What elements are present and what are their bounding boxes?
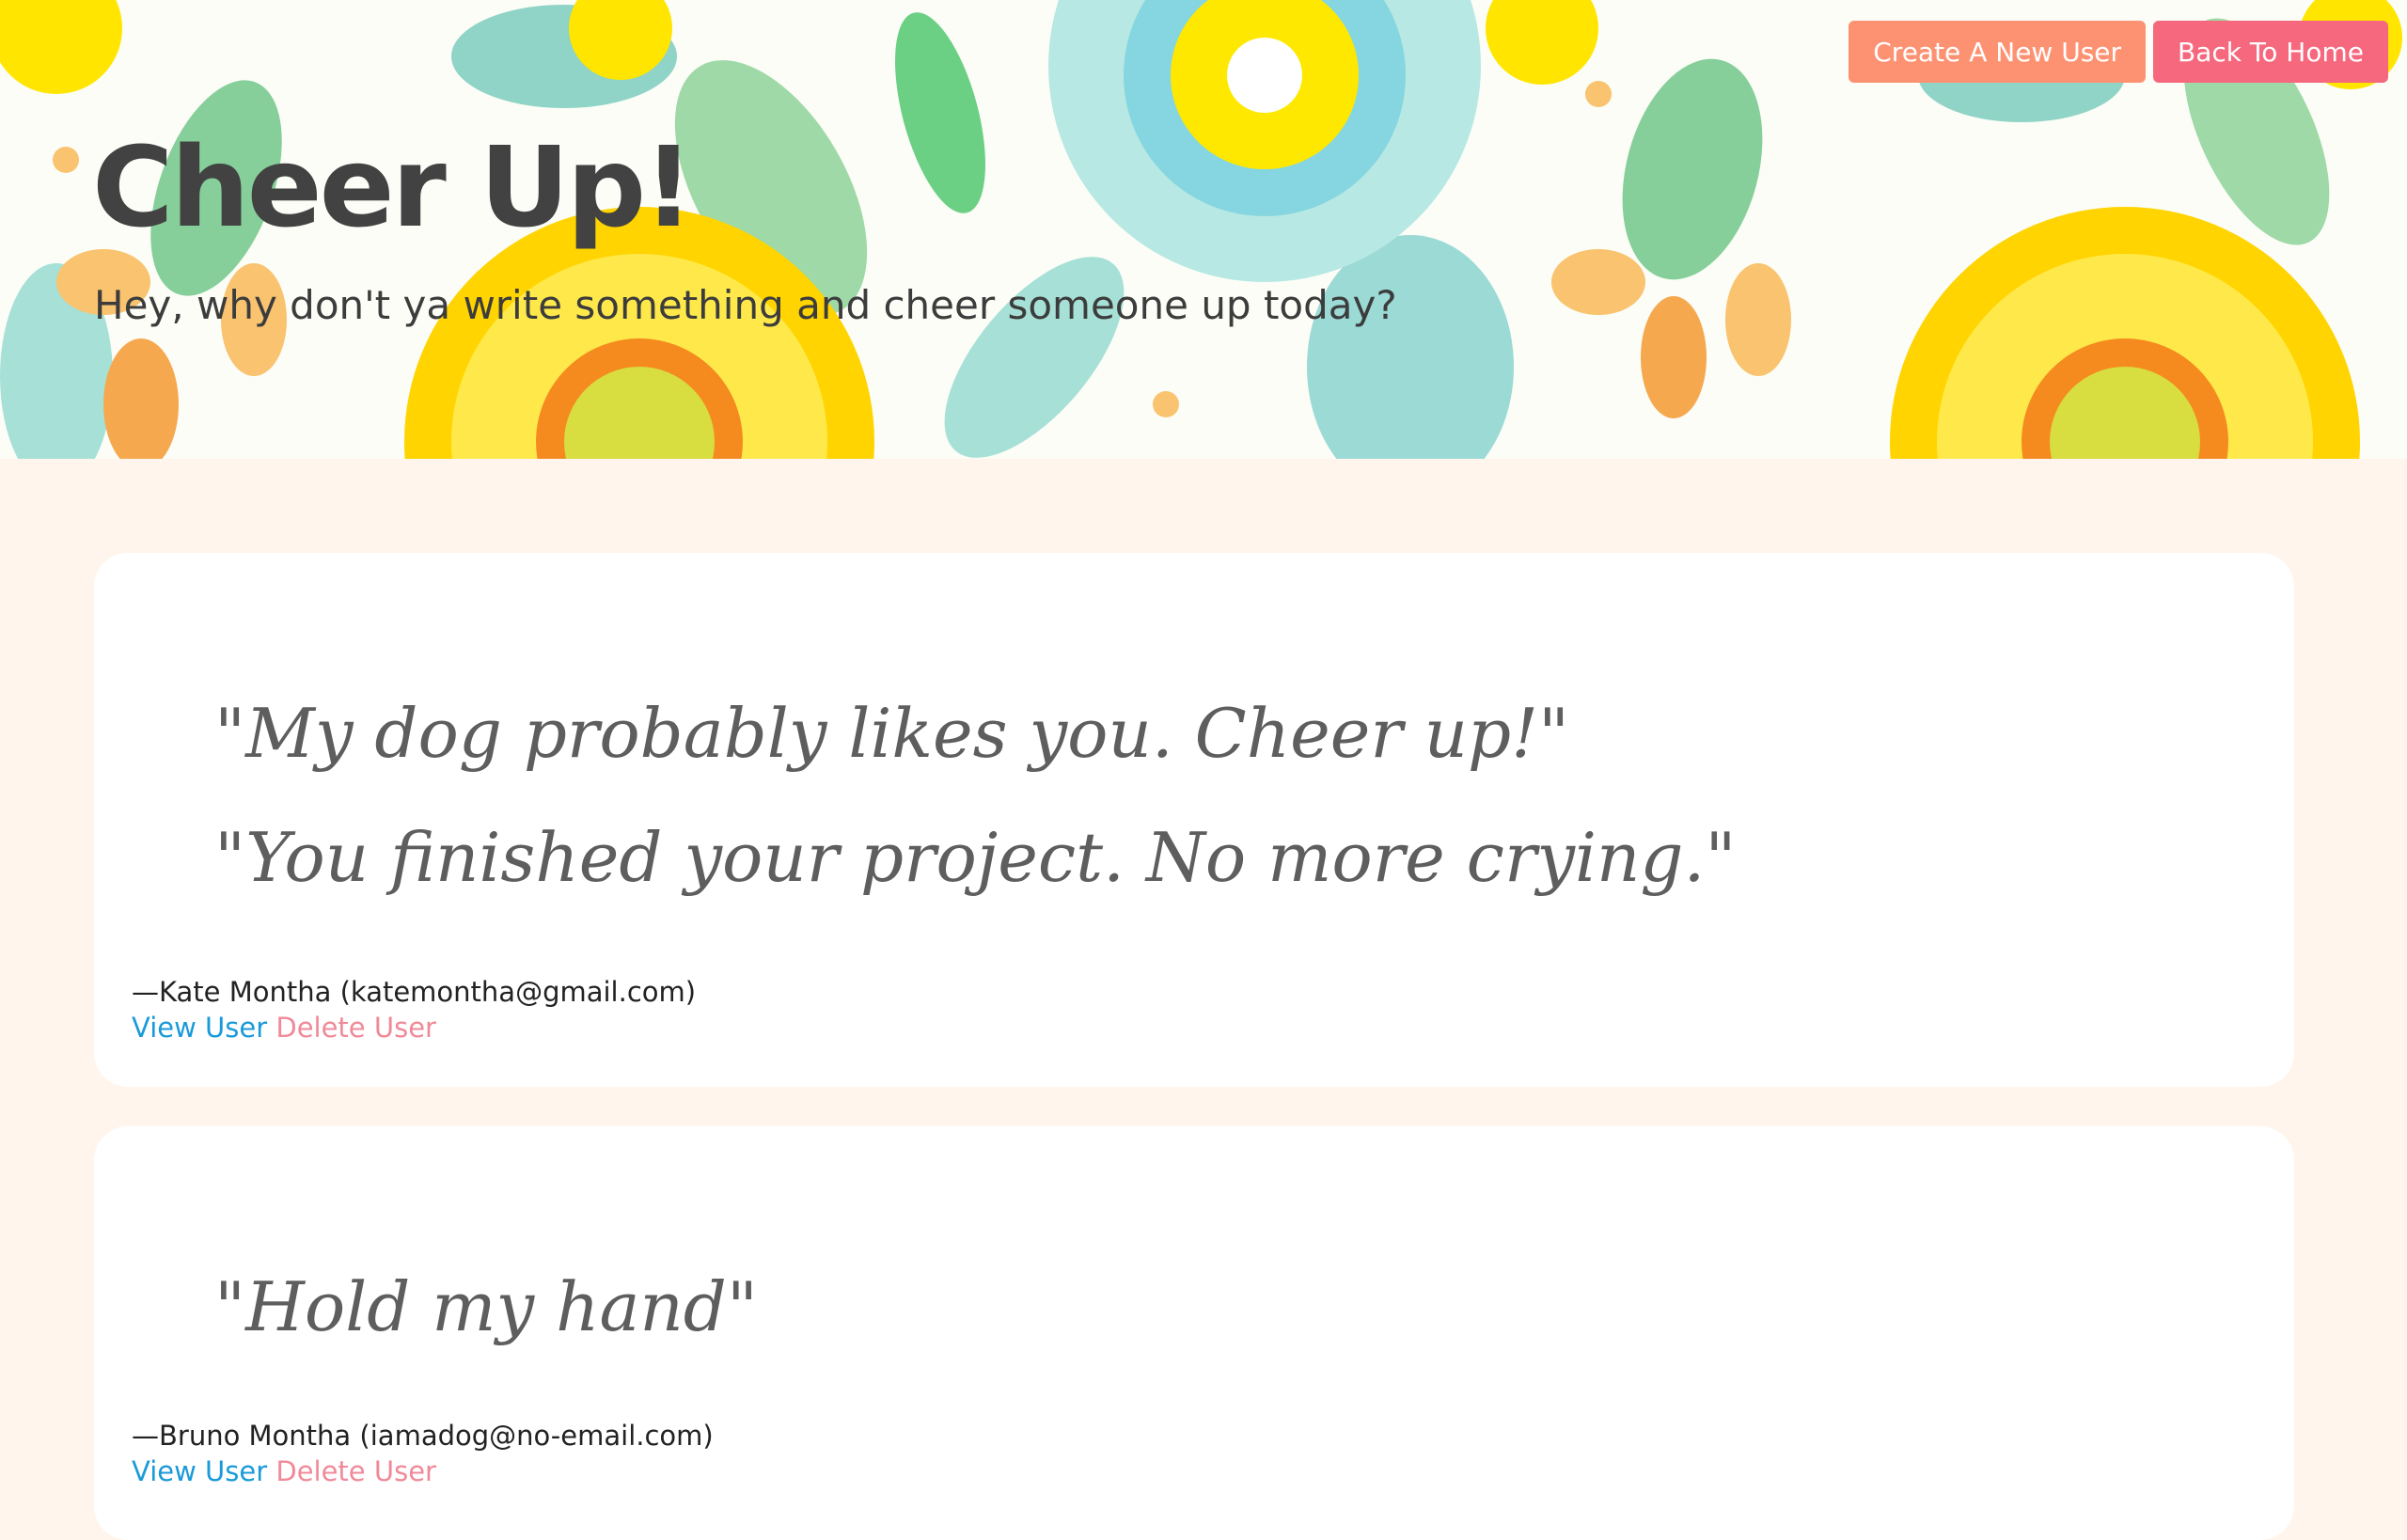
page-title: Cheer Up! [92, 122, 694, 252]
user-card: "Hold my hand" —Bruno Montha (iamadog@no… [94, 1126, 2294, 1540]
view-user-link[interactable]: View User [132, 1455, 267, 1487]
back-to-home-button[interactable]: Back To Home [2153, 21, 2388, 83]
author-line: —Kate Montha (katemontha@gmail.com) [132, 976, 697, 1008]
hero-banner: Create A New User Back To Home Cheer Up!… [0, 0, 2407, 459]
author-line: —Bruno Montha (iamadog@no-email.com) [132, 1420, 714, 1452]
page-subtitle: Hey, why don't ya write something and ch… [94, 282, 1397, 328]
view-user-link[interactable]: View User [132, 1012, 267, 1044]
card-actions: View User Delete User [132, 1455, 436, 1487]
cheer-quote: "You finished your project. No more cryi… [214, 818, 1737, 897]
create-user-button[interactable]: Create A New User [1849, 21, 2147, 83]
card-actions: View User Delete User [132, 1012, 436, 1044]
cheer-quote: "My dog probably likes you. Cheer up!" [214, 694, 1570, 773]
delete-user-link[interactable]: Delete User [275, 1455, 436, 1487]
cheer-quote: "Hold my hand" [214, 1267, 758, 1346]
top-nav: Create A New User Back To Home [1849, 21, 2388, 83]
delete-user-link[interactable]: Delete User [275, 1012, 436, 1044]
user-card: "My dog probably likes you. Cheer up!" "… [94, 553, 2294, 1087]
